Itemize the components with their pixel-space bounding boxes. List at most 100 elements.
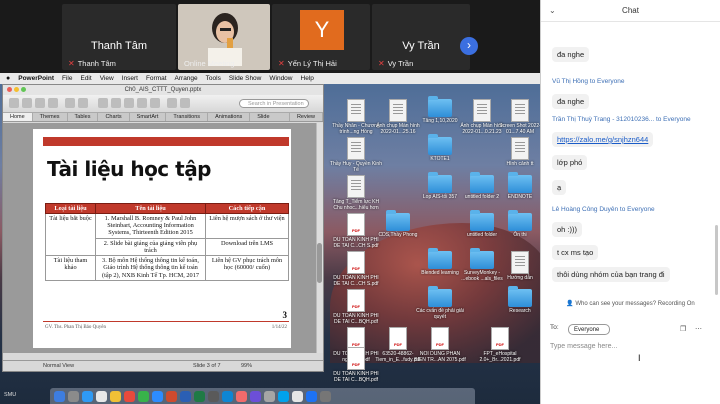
desktop-icon[interactable]: Hình cảnh tt [494,137,540,168]
vertical-scrollbar[interactable] [316,123,323,353]
desktop-icon[interactable]: Hướng dẫn [494,251,540,282]
safari-icon[interactable] [82,390,93,402]
zoom-icon[interactable] [167,98,177,108]
word-icon[interactable] [180,390,191,402]
chrome-icon[interactable] [96,390,107,402]
desktop-icon[interactable]: ENDNOTE [494,172,540,201]
desktop-icon[interactable]: Tăng T_Tiểm lực KH Chu nhoc...hiểu hơn [330,175,382,211]
menu-view[interactable]: View [100,75,114,82]
finder-icon[interactable] [54,390,65,402]
participant-tile[interactable]: Y ✕ Yến Lý Thị Hải [272,4,370,70]
undo-icon[interactable] [65,98,75,108]
redo-icon[interactable] [78,98,88,108]
chat-link[interactable]: https://zalo.me/g/snjhzn644 [552,132,654,148]
tab-transitions[interactable]: Transitions [166,113,209,121]
chat-message: lớp phó [552,152,588,171]
chat-sender: Lê Hoàng Công Duyên to Everyone [552,206,655,213]
participant-tile[interactable]: Vy Trần ✕ Vy Trần [372,4,470,70]
more-icon[interactable]: ⋯ [695,325,702,333]
zoom-icon[interactable] [21,87,26,92]
search-input[interactable]: Search in Presentation [239,99,309,108]
folder-icon [470,172,494,193]
messages-icon[interactable] [138,390,149,402]
participant-tile[interactable]: Thanh Tâm ✕ Thanh Tâm [62,4,176,70]
scroll-thumb[interactable] [317,243,322,283]
status-view[interactable]: Normal View [43,363,74,369]
desktop-icon[interactable]: Research [494,286,540,315]
desktop-icon[interactable]: KTOTE1 [414,134,466,163]
tab-tables[interactable]: Tables [68,113,99,121]
save-icon[interactable] [35,98,45,108]
open-icon[interactable] [22,98,32,108]
launchpad-icon[interactable] [68,390,79,402]
recipient-select[interactable]: Everyone [568,324,610,335]
new-icon[interactable] [9,98,19,108]
slide[interactable]: Tài liệu học tập Loại tài liệu Tên tài l… [33,129,291,348]
chat-bubble: đa nghe [552,47,590,63]
tab-home[interactable]: Home [3,113,33,121]
desktop-icon[interactable]: NOI DUNG PHAN BIEN TR...AN 2075.pdf [414,327,466,363]
menu-format[interactable]: Format [146,75,167,82]
desktop-icon[interactable]: DU TOAN KINH PHI DE TAI C...CH S.pdf [330,251,382,287]
print-icon[interactable] [48,98,58,108]
privacy-notice[interactable]: 👤 Who can see your messages? Recording O… [541,300,720,307]
pdf-file-icon [431,327,449,350]
menu-window[interactable]: Window [269,75,292,82]
apple-icon[interactable]: ● [6,75,10,82]
chart-icon[interactable] [124,98,134,108]
powerpoint-icon[interactable] [166,390,177,402]
chat-messages[interactable]: đa nghe Vũ Thị Hồng to Everyone đa nghe Trầ… [541,22,720,314]
mail-icon[interactable] [306,390,317,402]
appstore-icon[interactable] [222,390,233,402]
smartart-icon[interactable] [137,98,147,108]
zoom-level[interactable]: 99% [241,363,252,369]
file-icon[interactable]: ❐ [680,325,686,333]
desktop-icon-label: ENDNOTE [507,194,533,200]
menu-slide-show[interactable]: Slide Show [229,75,262,82]
desktop-icon[interactable]: Thầy Huy - Quyền Kinh Tế [330,137,382,173]
help-icon[interactable] [180,98,190,108]
tab-themes[interactable]: Themes [33,113,68,121]
menu-edit[interactable]: Edit [80,75,91,82]
menu-file[interactable]: File [62,75,72,82]
settings-icon[interactable] [208,390,219,402]
podcast-icon[interactable] [250,390,261,402]
excel-icon[interactable] [194,390,205,402]
chat-input[interactable]: Type message here... [550,343,712,357]
media-icon[interactable] [150,98,160,108]
zoom-app-icon[interactable] [152,390,163,402]
participant-tile-video[interactable]: Online Meeting [178,4,270,70]
music-icon[interactable] [236,390,247,402]
chevron-right-icon[interactable]: › [460,37,478,55]
desktop-icon[interactable]: Các cvấn đề phải giải quyết [414,286,466,320]
tab-slide-show[interactable]: Slide Show [250,113,290,129]
format-icon[interactable] [98,98,108,108]
preview-icon[interactable] [264,390,275,402]
trash-icon[interactable] [320,390,331,402]
tab-animations[interactable]: Animations [208,113,251,121]
notes-icon[interactable] [110,390,121,402]
link-text[interactable]: https://zalo.me/g/snjhzn644 [557,135,648,144]
menu-insert[interactable]: Insert [122,75,138,82]
desktop-icon[interactable]: DU TOAN KINH PHI DE TAI C...BQH.pdf [330,289,382,325]
photos-icon[interactable] [292,390,303,402]
skype-icon[interactable] [278,390,289,402]
window-titlebar[interactable]: Ch0_AIS_CTTT_Quyen.pptx [3,85,323,95]
menu-arrange[interactable]: Arrange [175,75,198,82]
table-icon[interactable] [111,98,121,108]
menu-app[interactable]: PowerPoint [18,75,54,82]
tab-review[interactable]: Review [290,113,323,121]
tab-charts[interactable]: Charts [98,113,130,121]
calendar-icon[interactable] [124,390,135,402]
menu-help[interactable]: Help [301,75,314,82]
minimize-icon[interactable] [14,87,19,92]
tab-smartart[interactable]: SmartArt [130,113,167,121]
desktop-icon[interactable]: Ôn thi [494,210,540,239]
desktop-icon[interactable]: CDS,Thầy Phong [372,210,424,239]
menu-tools[interactable]: Tools [206,75,221,82]
close-icon[interactable] [7,87,12,92]
desktop-icon[interactable]: Screen Shot 2022-01...7.40 AM [494,99,540,135]
status-slide-count: Slide 3 of 7 [193,363,221,369]
desktop-icon[interactable]: FPT_eHospital 2.0+_Br...2021.pdf [474,327,526,363]
chat-scrollbar[interactable] [715,225,718,295]
